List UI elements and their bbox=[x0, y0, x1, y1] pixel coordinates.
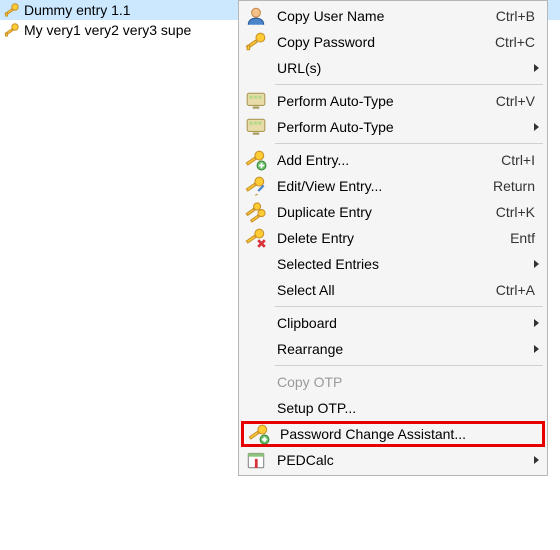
menu-shortcut: Ctrl+C bbox=[495, 34, 535, 50]
menu-copy-password[interactable]: Copy Password Ctrl+C bbox=[241, 29, 545, 55]
submenu-arrow-icon bbox=[534, 319, 539, 327]
menu-label: Delete Entry bbox=[277, 230, 502, 246]
menu-label: Selected Entries bbox=[277, 256, 530, 272]
menu-shortcut: Return bbox=[493, 178, 535, 194]
autotype-icon bbox=[245, 90, 267, 112]
key-delete-icon bbox=[245, 227, 267, 249]
calendar-icon bbox=[245, 449, 267, 471]
menu-label: Password Change Assistant... bbox=[280, 426, 538, 442]
menu-selected-entries[interactable]: Selected Entries bbox=[241, 251, 545, 277]
context-menu: Copy User Name Ctrl+B Copy Password Ctrl… bbox=[238, 0, 548, 476]
entry-title: My very1 very2 very3 supe bbox=[24, 22, 191, 38]
submenu-arrow-icon bbox=[534, 123, 539, 131]
menu-label: Rearrange bbox=[277, 341, 530, 357]
menu-label: PEDCalc bbox=[277, 452, 530, 468]
menu-label: Select All bbox=[277, 282, 488, 298]
blank-icon bbox=[245, 57, 267, 79]
menu-label: Perform Auto-Type bbox=[277, 93, 488, 109]
key-icon bbox=[4, 22, 20, 38]
blank-icon bbox=[245, 338, 267, 360]
menu-separator bbox=[275, 365, 543, 366]
menu-separator bbox=[275, 306, 543, 307]
menu-shortcut: Ctrl+K bbox=[496, 204, 535, 220]
user-icon bbox=[245, 5, 267, 27]
menu-label: Add Entry... bbox=[277, 152, 493, 168]
key-edit-icon bbox=[245, 175, 267, 197]
submenu-arrow-icon bbox=[534, 345, 539, 353]
menu-password-change-assistant[interactable]: Password Change Assistant... bbox=[241, 421, 545, 447]
menu-separator bbox=[275, 143, 543, 144]
submenu-arrow-icon bbox=[534, 260, 539, 268]
menu-setup-otp[interactable]: Setup OTP... bbox=[241, 395, 545, 421]
blank-icon bbox=[245, 312, 267, 334]
menu-label: Copy Password bbox=[277, 34, 487, 50]
menu-label: Clipboard bbox=[277, 315, 530, 331]
menu-pedcalc[interactable]: PEDCalc bbox=[241, 447, 545, 473]
menu-separator bbox=[275, 84, 543, 85]
blank-icon bbox=[245, 253, 267, 275]
menu-shortcut: Ctrl+V bbox=[496, 93, 535, 109]
menu-perform-auto-type[interactable]: Perform Auto-Type Ctrl+V bbox=[241, 88, 545, 114]
menu-rearrange[interactable]: Rearrange bbox=[241, 336, 545, 362]
blank-icon bbox=[245, 279, 267, 301]
menu-select-all[interactable]: Select All Ctrl+A bbox=[241, 277, 545, 303]
menu-add-entry[interactable]: Add Entry... Ctrl+I bbox=[241, 147, 545, 173]
menu-copy-otp: Copy OTP bbox=[241, 369, 545, 395]
key-add-icon bbox=[245, 149, 267, 171]
menu-shortcut: Ctrl+B bbox=[496, 8, 535, 24]
submenu-arrow-icon bbox=[534, 456, 539, 464]
menu-shortcut: Ctrl+I bbox=[501, 152, 535, 168]
blank-icon bbox=[245, 397, 267, 419]
menu-label: Setup OTP... bbox=[277, 400, 541, 416]
menu-label: Perform Auto-Type bbox=[277, 119, 530, 135]
autotype-icon bbox=[245, 116, 267, 138]
key-icon bbox=[245, 31, 267, 53]
menu-shortcut: Entf bbox=[510, 230, 535, 246]
menu-label: Copy OTP bbox=[277, 374, 541, 390]
menu-label: Duplicate Entry bbox=[277, 204, 488, 220]
blank-icon bbox=[245, 371, 267, 393]
menu-duplicate-entry[interactable]: Duplicate Entry Ctrl+K bbox=[241, 199, 545, 225]
key-icon bbox=[4, 2, 20, 18]
menu-clipboard[interactable]: Clipboard bbox=[241, 310, 545, 336]
submenu-arrow-icon bbox=[534, 64, 539, 72]
menu-perform-auto-type-sub[interactable]: Perform Auto-Type bbox=[241, 114, 545, 140]
key-duplicate-icon bbox=[245, 201, 267, 223]
menu-label: URL(s) bbox=[277, 60, 530, 76]
menu-shortcut: Ctrl+A bbox=[496, 282, 535, 298]
menu-copy-user-name[interactable]: Copy User Name Ctrl+B bbox=[241, 3, 545, 29]
key-change-icon bbox=[248, 423, 270, 445]
entry-title: Dummy entry 1.1 bbox=[24, 2, 131, 18]
menu-urls[interactable]: URL(s) bbox=[241, 55, 545, 81]
menu-edit-view-entry[interactable]: Edit/View Entry... Return bbox=[241, 173, 545, 199]
menu-label: Copy User Name bbox=[277, 8, 488, 24]
menu-delete-entry[interactable]: Delete Entry Entf bbox=[241, 225, 545, 251]
menu-label: Edit/View Entry... bbox=[277, 178, 485, 194]
